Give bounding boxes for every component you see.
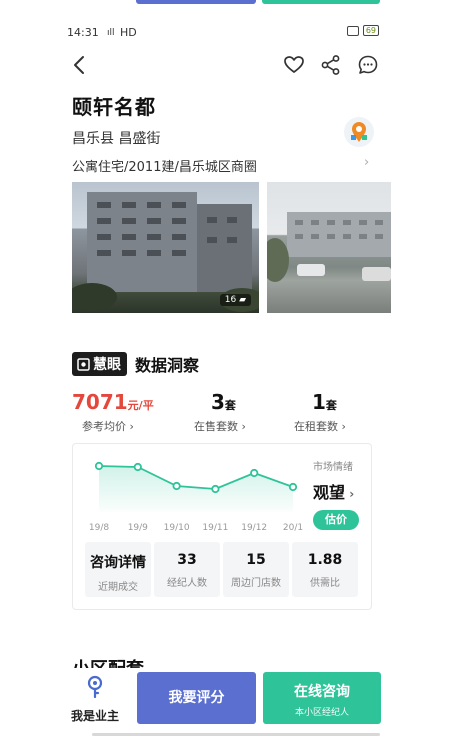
price-stat[interactable]: 7071元/平 参考均价 › xyxy=(72,390,154,434)
price-label: 参考均价 xyxy=(82,420,126,433)
property-photo[interactable] xyxy=(267,182,391,313)
home-indicator xyxy=(92,733,380,736)
consult-label: 在线咨询 xyxy=(294,684,350,700)
x-tick-label: 20/1 xyxy=(283,523,303,533)
trend-point xyxy=(250,468,259,478)
market-mood-value: 观望 xyxy=(313,483,346,502)
trend-point xyxy=(288,482,298,492)
on-sale-unit: 套 xyxy=(224,399,236,412)
metric-tile[interactable]: 15 周边门店数 xyxy=(223,542,289,597)
section-title-peek: 小区配套 xyxy=(72,655,144,669)
market-mood-label: 市场情绪 xyxy=(313,462,353,473)
share-icon[interactable] xyxy=(320,54,342,76)
metric-value: 咨询详情 xyxy=(90,555,146,571)
rate-button[interactable]: 我要评分 xyxy=(137,672,256,724)
trend-area xyxy=(99,466,293,512)
metric-tile[interactable]: 咨询详情 近期成交 xyxy=(85,542,151,597)
key-stats: 7071元/平 参考均价 › 3套 在售套数 › 1套 在租套数 › xyxy=(72,390,372,436)
property-name: 颐轩名都 xyxy=(72,95,156,119)
metric-value: 1.88 xyxy=(307,552,343,568)
x-tick-label: 19/12 xyxy=(241,523,267,533)
metric-label: 经纪人数 xyxy=(167,578,207,589)
network-label: HD xyxy=(120,26,137,39)
x-tick-label: 19/8 xyxy=(89,523,109,533)
insight-badge: 慧眼 xyxy=(72,352,127,376)
insight-header: 慧眼 数据洞察 xyxy=(72,352,199,376)
owner-entry[interactable]: 我是业主 xyxy=(66,675,124,724)
metric-label: 周边门店数 xyxy=(231,578,281,589)
previous-rate-button-edge xyxy=(136,0,256,4)
x-tick-label: 19/11 xyxy=(202,523,228,533)
metric-value: 15 xyxy=(246,552,266,568)
eye-logo-icon xyxy=(77,357,90,371)
owner-label: 我是业主 xyxy=(70,709,119,723)
top-nav xyxy=(67,52,379,78)
price-trend-chart: 19/8 19/9 19/10 19/11 19/12 20/1 xyxy=(89,461,303,533)
status-bar: 14:31 ıll HD 69 xyxy=(67,24,379,42)
price-unit: 元/平 xyxy=(127,399,154,412)
property-photo[interactable]: 16 ▰ xyxy=(72,182,259,313)
insight-title: 数据洞察 xyxy=(135,356,200,375)
battery-icon: 69 xyxy=(362,25,379,36)
chevron-right-icon[interactable]: › xyxy=(364,155,369,170)
market-mood: 市场情绪 观望 › 估价 xyxy=(313,458,369,530)
metric-tile[interactable]: 33 经纪人数 xyxy=(154,542,220,597)
owner-pin-icon xyxy=(87,675,103,699)
status-time: 14:31 xyxy=(67,26,99,39)
previous-screen-strip xyxy=(78,0,388,6)
online-consult-button[interactable]: 在线咨询 本小区经纪人 xyxy=(263,672,381,724)
metric-tile[interactable]: 1.88 供需比 xyxy=(292,542,358,597)
property-address: 昌乐县 昌盛街 xyxy=(72,131,161,147)
trend-point xyxy=(94,461,104,471)
message-icon[interactable] xyxy=(357,54,379,76)
market-card: 19/8 19/9 19/10 19/11 19/12 20/1 市场情绪 观望 › 估价… xyxy=(72,443,372,610)
metric-label: 近期成交 xyxy=(98,582,138,593)
on-sale-label: 在售套数 xyxy=(194,420,238,433)
map-location-icon[interactable] xyxy=(344,117,374,147)
for-rent-stat[interactable]: 1套 在租套数 › xyxy=(294,390,346,434)
favorite-heart-icon[interactable] xyxy=(283,54,305,76)
for-rent-label: 在租套数 xyxy=(294,420,338,433)
trend-point xyxy=(172,481,181,491)
signal-icon: ıll xyxy=(107,28,115,38)
for-rent-value: 1 xyxy=(312,390,326,414)
price-value: 7071 xyxy=(72,390,128,414)
consult-sublabel: 本小区经纪人 xyxy=(294,708,349,718)
on-sale-stat[interactable]: 3套 在售套数 › xyxy=(194,390,246,434)
insight-badge-label: 慧眼 xyxy=(93,357,121,373)
metric-value: 33 xyxy=(177,552,197,568)
vibrate-icon xyxy=(346,25,359,36)
market-mood-value-row[interactable]: 观望 › xyxy=(313,479,369,503)
valuation-button[interactable]: 估价 xyxy=(313,510,359,530)
back-icon[interactable] xyxy=(69,54,91,76)
x-tick-label: 19/9 xyxy=(128,523,148,533)
photo-count-badge: 16 ▰ xyxy=(219,294,251,306)
property-type-line[interactable]: 公寓住宅/2011建/昌乐城区商圈 xyxy=(72,156,257,175)
for-rent-unit: 套 xyxy=(325,399,337,412)
trend-point xyxy=(211,484,220,494)
on-sale-value: 3 xyxy=(211,390,225,414)
previous-consult-button-edge xyxy=(262,0,380,4)
x-tick-label: 19/10 xyxy=(164,523,190,533)
photo-count: 16 xyxy=(224,295,237,305)
metric-label: 供需比 xyxy=(310,578,340,589)
trend-point xyxy=(133,462,142,472)
